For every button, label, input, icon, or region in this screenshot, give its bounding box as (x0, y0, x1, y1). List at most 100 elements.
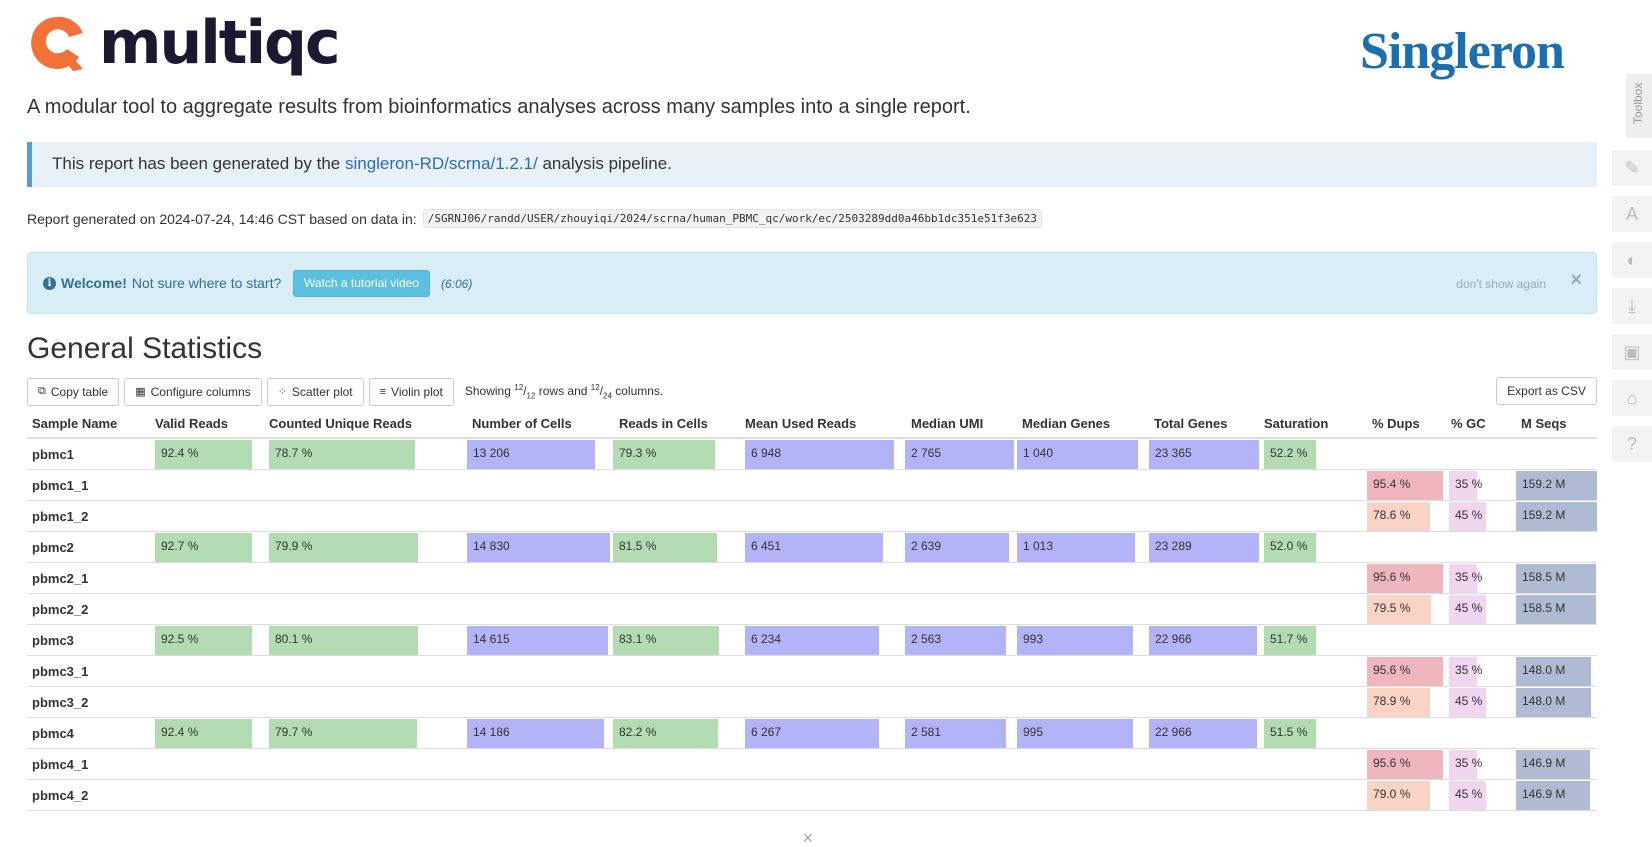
cell-value: 95.4 % (1373, 477, 1411, 491)
cell-value: 95.6 % (1373, 663, 1411, 677)
column-header[interactable]: Number of Cells (472, 416, 572, 431)
cell-dups: 95.4 % (1367, 471, 1447, 500)
cell-valid: 92.7 % (155, 533, 260, 562)
cell-dups: 78.9 % (1367, 688, 1447, 717)
column-header[interactable]: % GC (1451, 416, 1486, 431)
cell-total: 23 365 (1149, 440, 1262, 469)
tutorial-video-button[interactable]: Watch a tutorial video (293, 270, 430, 297)
table-row: pbmc2_2 79.5 % 45 % 158.5 M (27, 594, 1597, 625)
column-header[interactable]: Median Genes (1022, 416, 1110, 431)
sample-name: pbmc3_2 (32, 695, 89, 710)
cell-mseqs: 148.0 M (1516, 657, 1597, 686)
sample-name: pbmc1 (32, 447, 74, 462)
cell-sat: 52.2 % (1264, 440, 1364, 469)
column-header[interactable]: Valid Reads (155, 416, 228, 431)
sample-name: pbmc4_1 (32, 757, 89, 772)
hide-icon[interactable]: ◐ (1612, 242, 1652, 278)
cell-gc: 35 % (1449, 750, 1514, 779)
pipeline-link[interactable]: singleron-RD/scrna/1.2.1/ (345, 154, 538, 173)
cell-mean: 6 948 (745, 440, 895, 469)
sample-name: pbmc2_2 (32, 602, 89, 617)
column-header[interactable]: M Seqs (1521, 416, 1567, 431)
showing-post: columns. (611, 383, 664, 398)
cell-dups: 79.0 % (1367, 781, 1447, 810)
cell-value: 1 040 (1023, 446, 1054, 460)
table-body: pbmc1 92.4 % 78.7 % 13 206 79.3 % 6 948 2 765 1… (27, 439, 1597, 811)
copy-table-button[interactable]: ⧉ Copy table (27, 377, 120, 406)
cell-genes: 993 (1017, 626, 1145, 655)
save-icon[interactable]: ▣ (1612, 334, 1652, 370)
general-statistics-title: General Statistics (27, 332, 263, 365)
column-header[interactable]: % Dups (1372, 416, 1420, 431)
cell-gc: 35 % (1449, 657, 1514, 686)
copy-table-label: Copy table (50, 384, 109, 399)
cell-gc: 45 % (1449, 595, 1514, 624)
cell-value: 146.9 M (1522, 787, 1566, 801)
export-csv-button[interactable]: Export as CSV (1496, 377, 1597, 405)
graduation-cap-icon[interactable]: ⌂ (1612, 380, 1652, 416)
cell-gc: 45 % (1449, 502, 1514, 531)
column-header[interactable]: Median UMI (911, 416, 983, 431)
cell-umi: 2 581 (905, 719, 1015, 748)
column-header[interactable]: Sample Name (32, 416, 117, 431)
help-icon[interactable]: ? (1612, 426, 1652, 462)
align-left-icon: ≡ (379, 385, 387, 398)
table-row: pbmc2_1 95.6 % 35 % 158.5 M (27, 563, 1597, 594)
cell-value: 2 639 (911, 539, 942, 553)
cell-value: 23 289 (1155, 539, 1192, 553)
column-header[interactable]: Mean Used Reads (745, 416, 856, 431)
cell-value: 79.5 % (1373, 601, 1411, 615)
cell-value: 83.1 % (619, 632, 657, 646)
violin-plot-button[interactable]: ≡ Violin plot (368, 377, 454, 406)
table-row: pbmc3_1 95.6 % 35 % 148.0 M (27, 656, 1597, 687)
cell-total: 23 289 (1149, 533, 1262, 562)
cell-value: 82.2 % (619, 725, 657, 739)
toolbox-tab[interactable]: Toolbox (1626, 74, 1652, 138)
pipeline-prefix: This report has been generated by the (52, 154, 345, 173)
font-icon[interactable]: A (1612, 196, 1652, 232)
cell-value: 159.2 M (1522, 477, 1566, 491)
scatter-plot-button[interactable]: ⁘ Scatter plot (266, 377, 364, 406)
cell-dups: 95.6 % (1367, 564, 1447, 593)
cell-counted: 79.7 % (269, 719, 455, 748)
cell-value: 92.4 % (161, 725, 199, 739)
column-header[interactable]: Saturation (1264, 416, 1328, 431)
table-header: Sample Name Valid Reads Counted Unique Rea… (27, 412, 1597, 439)
table-toolbar: ⧉ Copy table ▦ Configure columns ⁘ Scatter … (27, 377, 663, 406)
cell-counted: 78.7 % (269, 440, 455, 469)
cell-value: 2 765 (911, 446, 942, 460)
cell-value: 80.1 % (275, 632, 313, 646)
cell-value: 45 % (1455, 508, 1483, 522)
cell-inc: 83.1 % (613, 626, 741, 655)
configure-columns-button[interactable]: ▦ Configure columns (124, 377, 262, 406)
table-row: pbmc4_1 95.6 % 35 % 146.9 M (27, 749, 1597, 780)
scroll-handle-icon[interactable]: ✕ (802, 830, 814, 847)
pin-icon[interactable]: ✎ (1612, 150, 1652, 186)
tutorial-duration: (6:06) (441, 277, 473, 291)
toolbox-label: Toolbox (1631, 82, 1645, 124)
cell-value: 78.6 % (1373, 508, 1411, 522)
cell-value: 14 615 (473, 632, 510, 646)
cell-genes: 1 040 (1017, 440, 1145, 469)
cell-value: 95.6 % (1373, 756, 1411, 770)
cell-value: 51.7 % (1270, 632, 1308, 646)
close-icon[interactable]: × (1570, 269, 1582, 292)
table-row: pbmc1_1 95.4 % 35 % 159.2 M (27, 470, 1597, 501)
column-header[interactable]: Total Genes (1154, 416, 1227, 431)
sample-name: pbmc3_1 (32, 664, 89, 679)
cell-inc: 79.3 % (613, 440, 741, 469)
dont-show-again-link[interactable]: don't show again (1456, 277, 1546, 291)
cell-value: 81.5 % (619, 539, 657, 553)
cell-mseqs: 159.2 M (1516, 502, 1597, 531)
download-icon[interactable]: ⤓ (1612, 288, 1652, 324)
configure-columns-label: Configure columns (150, 384, 251, 399)
cell-mseqs: 159.2 M (1516, 471, 1597, 500)
cell-value: 148.0 M (1522, 694, 1566, 708)
cell-value: 14 186 (473, 725, 510, 739)
scatter-plot-label: Scatter plot (291, 384, 353, 399)
sample-name: pbmc2 (32, 540, 74, 555)
column-header[interactable]: Reads in Cells (619, 416, 708, 431)
multiqc-logo-text: multiqc (99, 8, 341, 78)
cell-value: 159.2 M (1522, 508, 1566, 522)
column-header[interactable]: Counted Unique Reads (269, 416, 412, 431)
